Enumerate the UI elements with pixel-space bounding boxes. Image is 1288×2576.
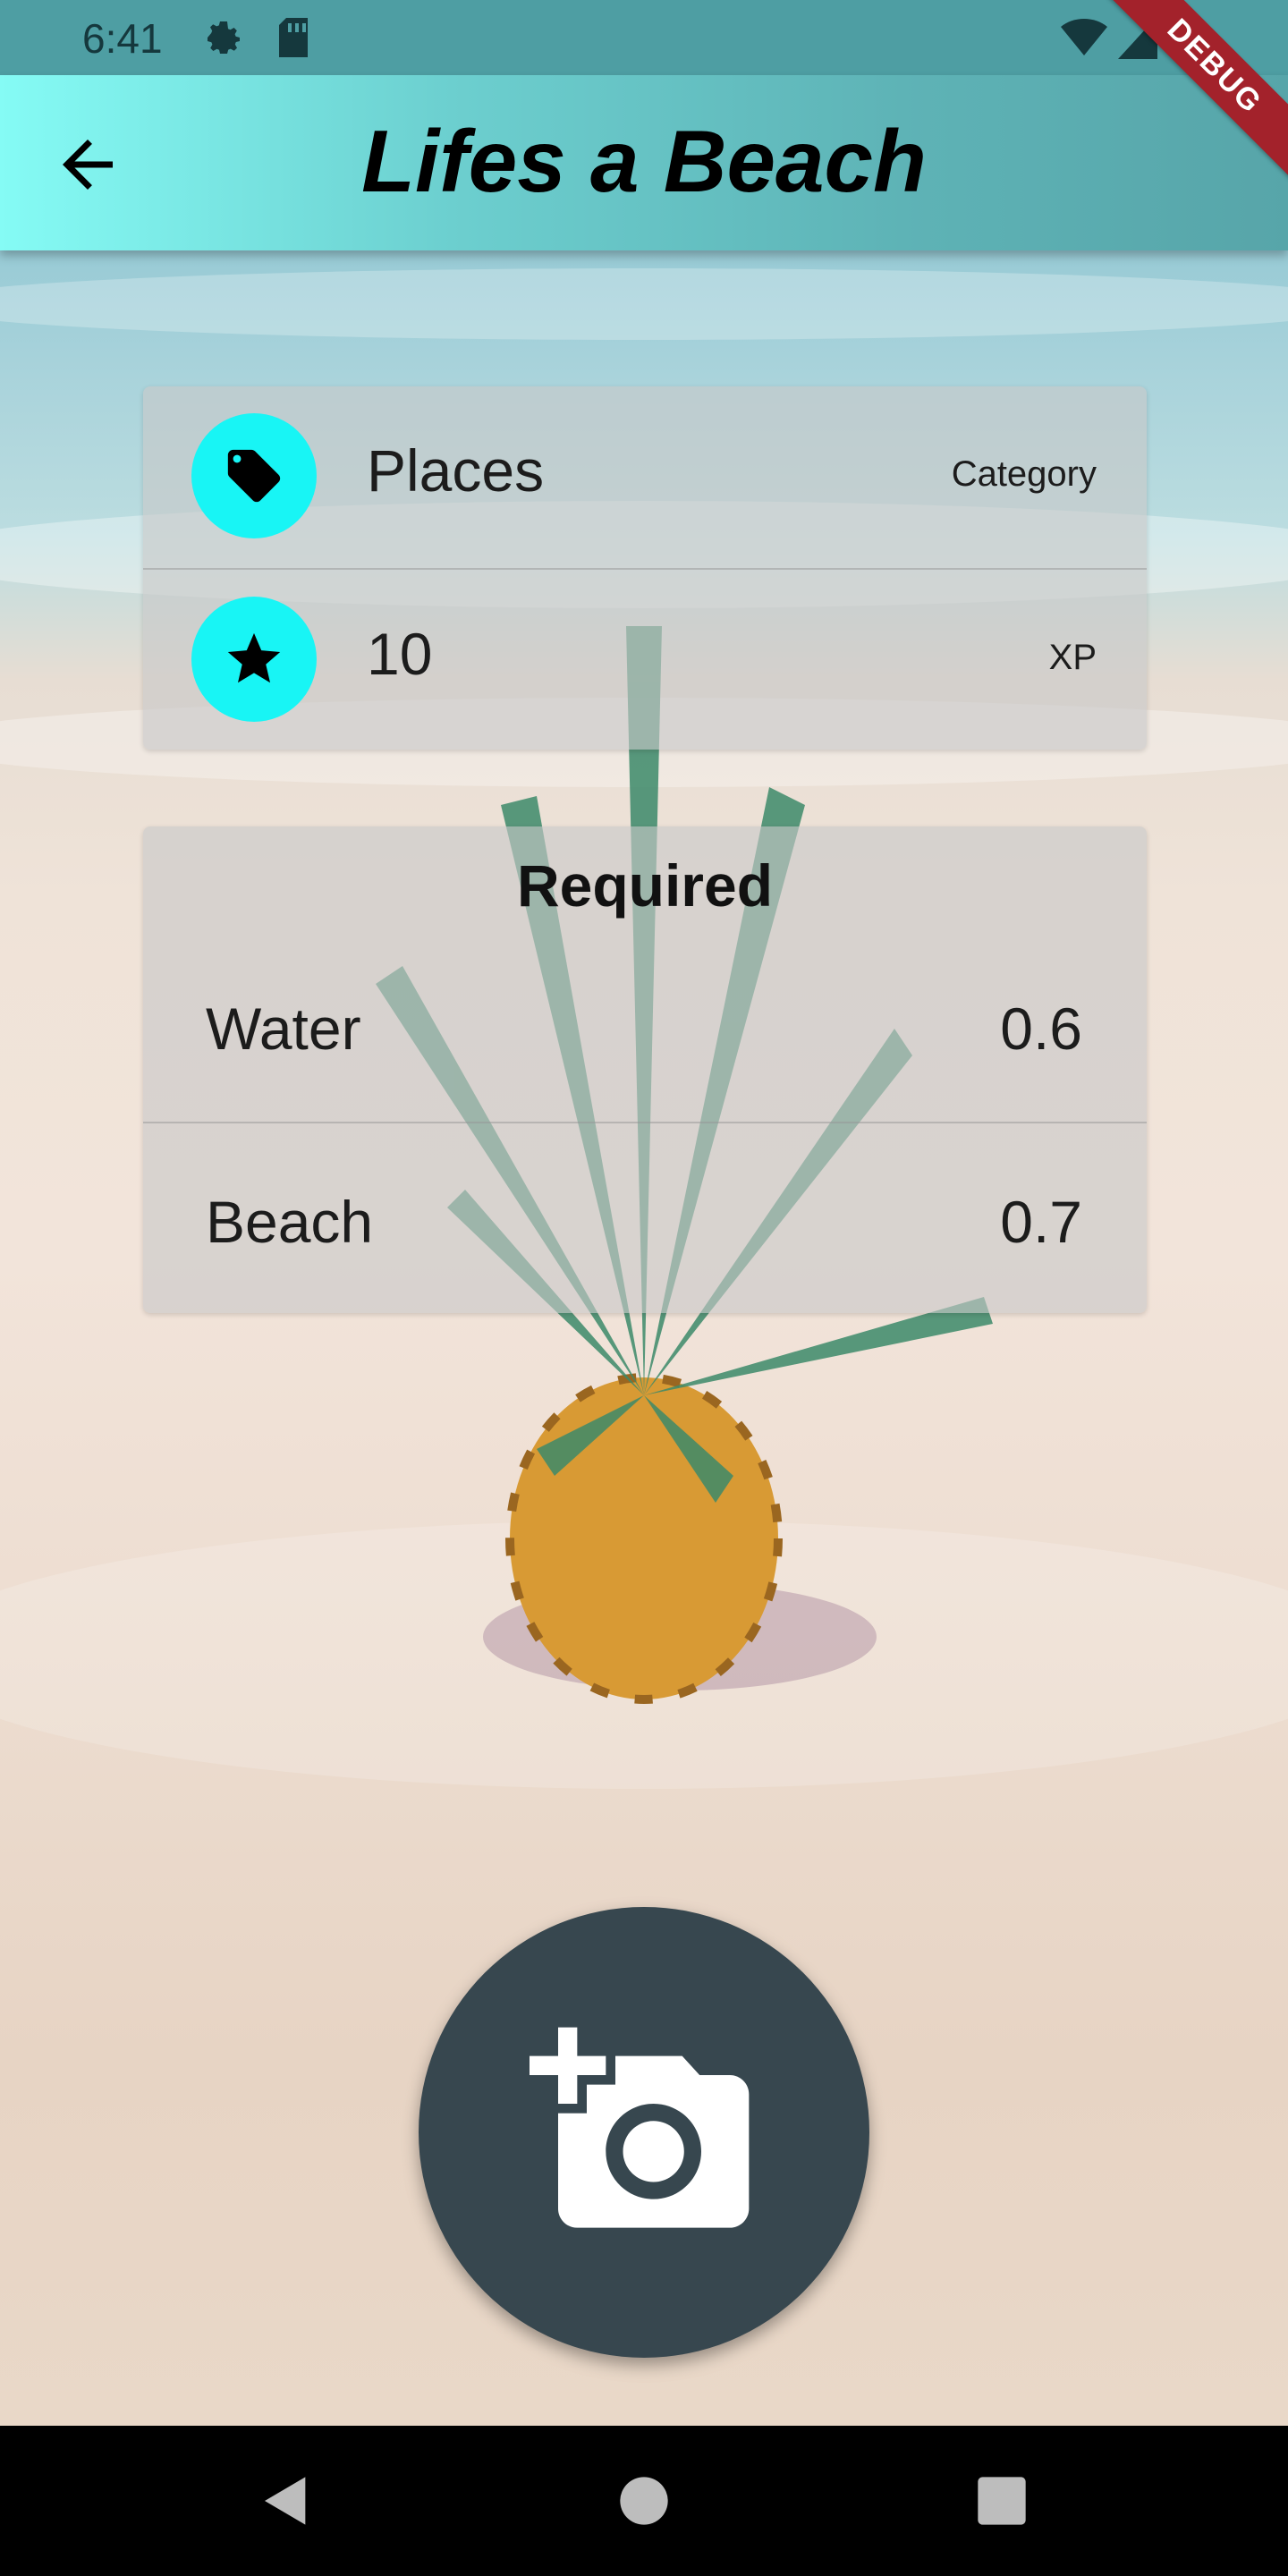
add-photo-button[interactable] xyxy=(419,1907,869,2358)
list-item: Beach 0.7 xyxy=(143,1122,1147,1315)
star-icon xyxy=(227,632,281,683)
navigation-bar xyxy=(0,2426,1288,2576)
xp-label: XP xyxy=(1048,638,1097,677)
sd-card-icon xyxy=(279,18,308,57)
status-bar: 6:41 xyxy=(0,0,1288,75)
category-avatar xyxy=(191,413,317,538)
category-value: Places xyxy=(367,437,545,504)
wifi-icon xyxy=(1061,19,1107,55)
back-triangle-icon[interactable] xyxy=(258,2472,315,2529)
category-row: Places Category xyxy=(143,386,1147,568)
settings-icon xyxy=(208,21,240,54)
list-item: Water 0.6 xyxy=(143,930,1147,1122)
home-circle-icon[interactable] xyxy=(615,2472,673,2529)
required-title: Required xyxy=(516,852,774,919)
category-label: Category xyxy=(951,454,1097,494)
xp-row: 10 XP xyxy=(143,568,1147,751)
tag-icon xyxy=(227,449,281,503)
required-item-name: Beach xyxy=(206,1189,374,1255)
required-item-value: 0.6 xyxy=(1000,996,1082,1062)
recents-square-icon[interactable] xyxy=(973,2472,1030,2529)
info-card: Places Category 10 XP xyxy=(143,386,1147,750)
app-bar: Lifes a Beach xyxy=(0,75,1288,250)
status-time: 6:41 xyxy=(82,15,163,62)
required-item-name: Water xyxy=(206,996,361,1062)
required-item-value: 0.7 xyxy=(1000,1189,1082,1255)
add-a-photo-icon xyxy=(530,2027,750,2228)
xp-avatar xyxy=(191,597,317,722)
required-card: Required Water 0.6 Beach 0.7 xyxy=(143,826,1147,1313)
xp-value: 10 xyxy=(367,621,433,687)
page-title: Lifes a Beach xyxy=(361,112,927,210)
